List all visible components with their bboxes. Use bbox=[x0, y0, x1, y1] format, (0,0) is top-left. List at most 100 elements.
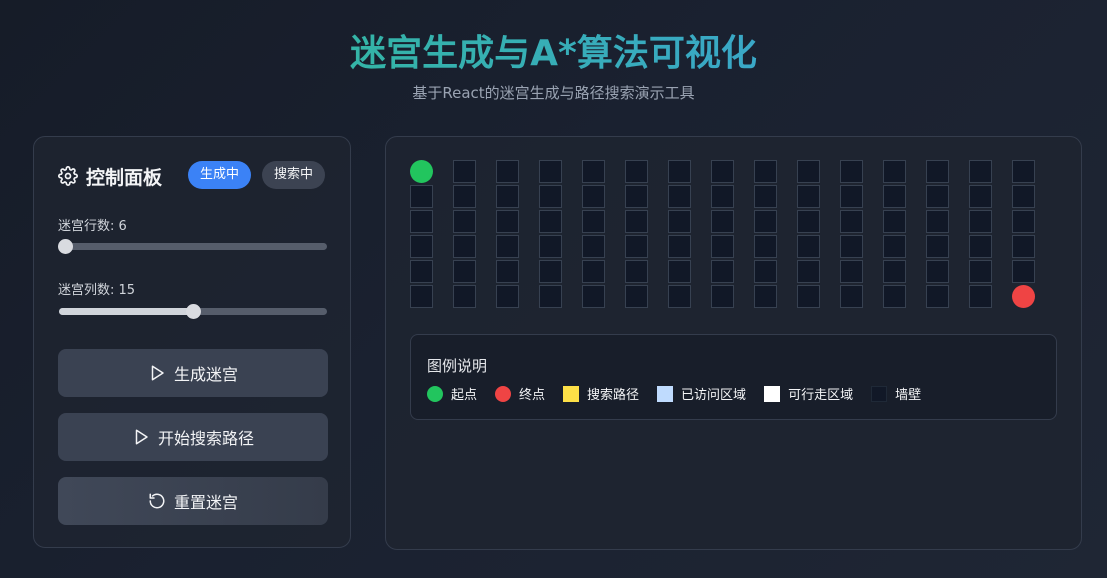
maze-cell bbox=[840, 160, 863, 183]
maze-cell bbox=[883, 285, 906, 308]
legend-swatch bbox=[495, 385, 512, 402]
legend-label: 已访问区域 bbox=[681, 388, 747, 403]
maze-cell bbox=[496, 210, 519, 233]
reset-maze-label: 重置迷宫 bbox=[173, 493, 238, 512]
maze-cell bbox=[625, 185, 648, 208]
maze-cell bbox=[496, 235, 519, 258]
maze-cell bbox=[539, 235, 562, 258]
maze-cell bbox=[625, 160, 648, 183]
maze-cell bbox=[625, 235, 648, 258]
maze-cell bbox=[926, 260, 949, 283]
legend-items: 起点 终点 搜索路径 已访问区域 可行走区域 墙壁 bbox=[427, 384, 939, 403]
control-panel-title: 控制面板 bbox=[86, 166, 163, 189]
maze-cell bbox=[539, 285, 562, 308]
legend: 图例说明 起点 终点 搜索路径 已访问区域 可行走区域 墙壁 bbox=[410, 334, 1057, 420]
legend-swatch bbox=[427, 385, 443, 402]
legend-item: 已访问区域 bbox=[657, 384, 746, 403]
legend-label: 起点 bbox=[451, 388, 478, 403]
maze-cell bbox=[453, 160, 476, 183]
legend-item: 可行走区域 bbox=[764, 384, 853, 403]
maze-cell bbox=[1012, 160, 1035, 183]
maze-cell bbox=[926, 210, 949, 233]
maze-cell bbox=[582, 235, 605, 258]
control-panel: 控制面板 生成中 搜索中 迷宫行数: 6 迷宫列数: 15 生成迷宫 开始搜索路… bbox=[33, 136, 351, 548]
maze-cell bbox=[582, 210, 605, 233]
maze-cell bbox=[1012, 235, 1035, 258]
maze-cell bbox=[410, 235, 433, 258]
maze-cell bbox=[711, 210, 734, 233]
play-icon bbox=[132, 428, 150, 446]
rows-slider[interactable] bbox=[57, 239, 327, 254]
reset-maze-button[interactable]: 重置迷宫 bbox=[58, 477, 328, 525]
maze-cell bbox=[539, 210, 562, 233]
maze-cell bbox=[797, 210, 820, 233]
cols-slider-label: 迷宫列数: 15 bbox=[58, 283, 136, 298]
maze-cell bbox=[969, 160, 992, 183]
page-title: 迷宫生成与A*算法可视化 bbox=[0, 30, 1107, 78]
legend-label: 搜索路径 bbox=[587, 388, 640, 403]
maze-cell bbox=[668, 285, 691, 308]
maze-cell bbox=[496, 260, 519, 283]
maze-cell bbox=[582, 260, 605, 283]
maze-cell bbox=[883, 260, 906, 283]
maze-cell bbox=[711, 285, 734, 308]
maze-cell bbox=[711, 235, 734, 258]
gear-icon bbox=[58, 166, 78, 186]
cols-slider-fill bbox=[59, 308, 193, 315]
maze-cell bbox=[840, 210, 863, 233]
maze-cell bbox=[1012, 210, 1035, 233]
start-search-button[interactable]: 开始搜索路径 bbox=[58, 413, 328, 461]
maze-cell bbox=[453, 210, 476, 233]
legend-item: 搜索路径 bbox=[563, 384, 639, 403]
maze-cell bbox=[1012, 260, 1035, 283]
maze-cell bbox=[797, 235, 820, 258]
maze-cell bbox=[969, 185, 992, 208]
maze-cell bbox=[582, 160, 605, 183]
cols-slider[interactable] bbox=[59, 304, 327, 319]
legend-item: 墙壁 bbox=[871, 384, 921, 403]
legend-swatch bbox=[563, 385, 580, 402]
maze-cell bbox=[539, 160, 562, 183]
maze-cell bbox=[625, 285, 648, 308]
maze-cell bbox=[754, 210, 777, 233]
maze-cell bbox=[410, 185, 433, 208]
maze-cell bbox=[453, 235, 476, 258]
legend-label: 终点 bbox=[519, 388, 546, 403]
legend-title: 图例说明 bbox=[427, 357, 488, 375]
maze-cell bbox=[711, 160, 734, 183]
maze-cell bbox=[797, 260, 820, 283]
rows-slider-label: 迷宫行数: 6 bbox=[58, 219, 127, 234]
maze-cell bbox=[539, 185, 562, 208]
maze-cell bbox=[840, 285, 863, 308]
maze-cell bbox=[969, 210, 992, 233]
maze-cell bbox=[969, 285, 992, 308]
maze-cell bbox=[711, 185, 734, 208]
generate-maze-label: 生成迷宫 bbox=[173, 365, 238, 384]
generate-maze-button[interactable]: 生成迷宫 bbox=[58, 349, 328, 397]
maze-cell bbox=[926, 160, 949, 183]
maze-end-marker bbox=[1012, 285, 1035, 308]
cols-slider-thumb[interactable] bbox=[186, 304, 201, 319]
maze-cell bbox=[926, 285, 949, 308]
rotate-ccw-icon bbox=[148, 492, 166, 510]
maze-cell bbox=[496, 185, 519, 208]
maze-cell bbox=[883, 235, 906, 258]
maze-cell bbox=[453, 260, 476, 283]
maze-cell bbox=[582, 285, 605, 308]
maze-cell bbox=[410, 260, 433, 283]
maze-cell bbox=[410, 210, 433, 233]
rows-slider-thumb[interactable] bbox=[57, 239, 73, 254]
maze-cell bbox=[496, 160, 519, 183]
maze-cell bbox=[969, 260, 992, 283]
maze-cell bbox=[668, 260, 691, 283]
legend-label: 可行走区域 bbox=[788, 388, 854, 403]
maze-cell bbox=[926, 185, 949, 208]
maze-cell bbox=[711, 260, 734, 283]
maze-cell bbox=[883, 185, 906, 208]
maze-cell bbox=[668, 185, 691, 208]
maze-start-marker bbox=[410, 160, 433, 183]
status-badge-searching: 搜索中 bbox=[262, 161, 326, 189]
play-icon bbox=[148, 364, 166, 382]
legend-swatch bbox=[871, 385, 888, 402]
maze-cell bbox=[797, 185, 820, 208]
